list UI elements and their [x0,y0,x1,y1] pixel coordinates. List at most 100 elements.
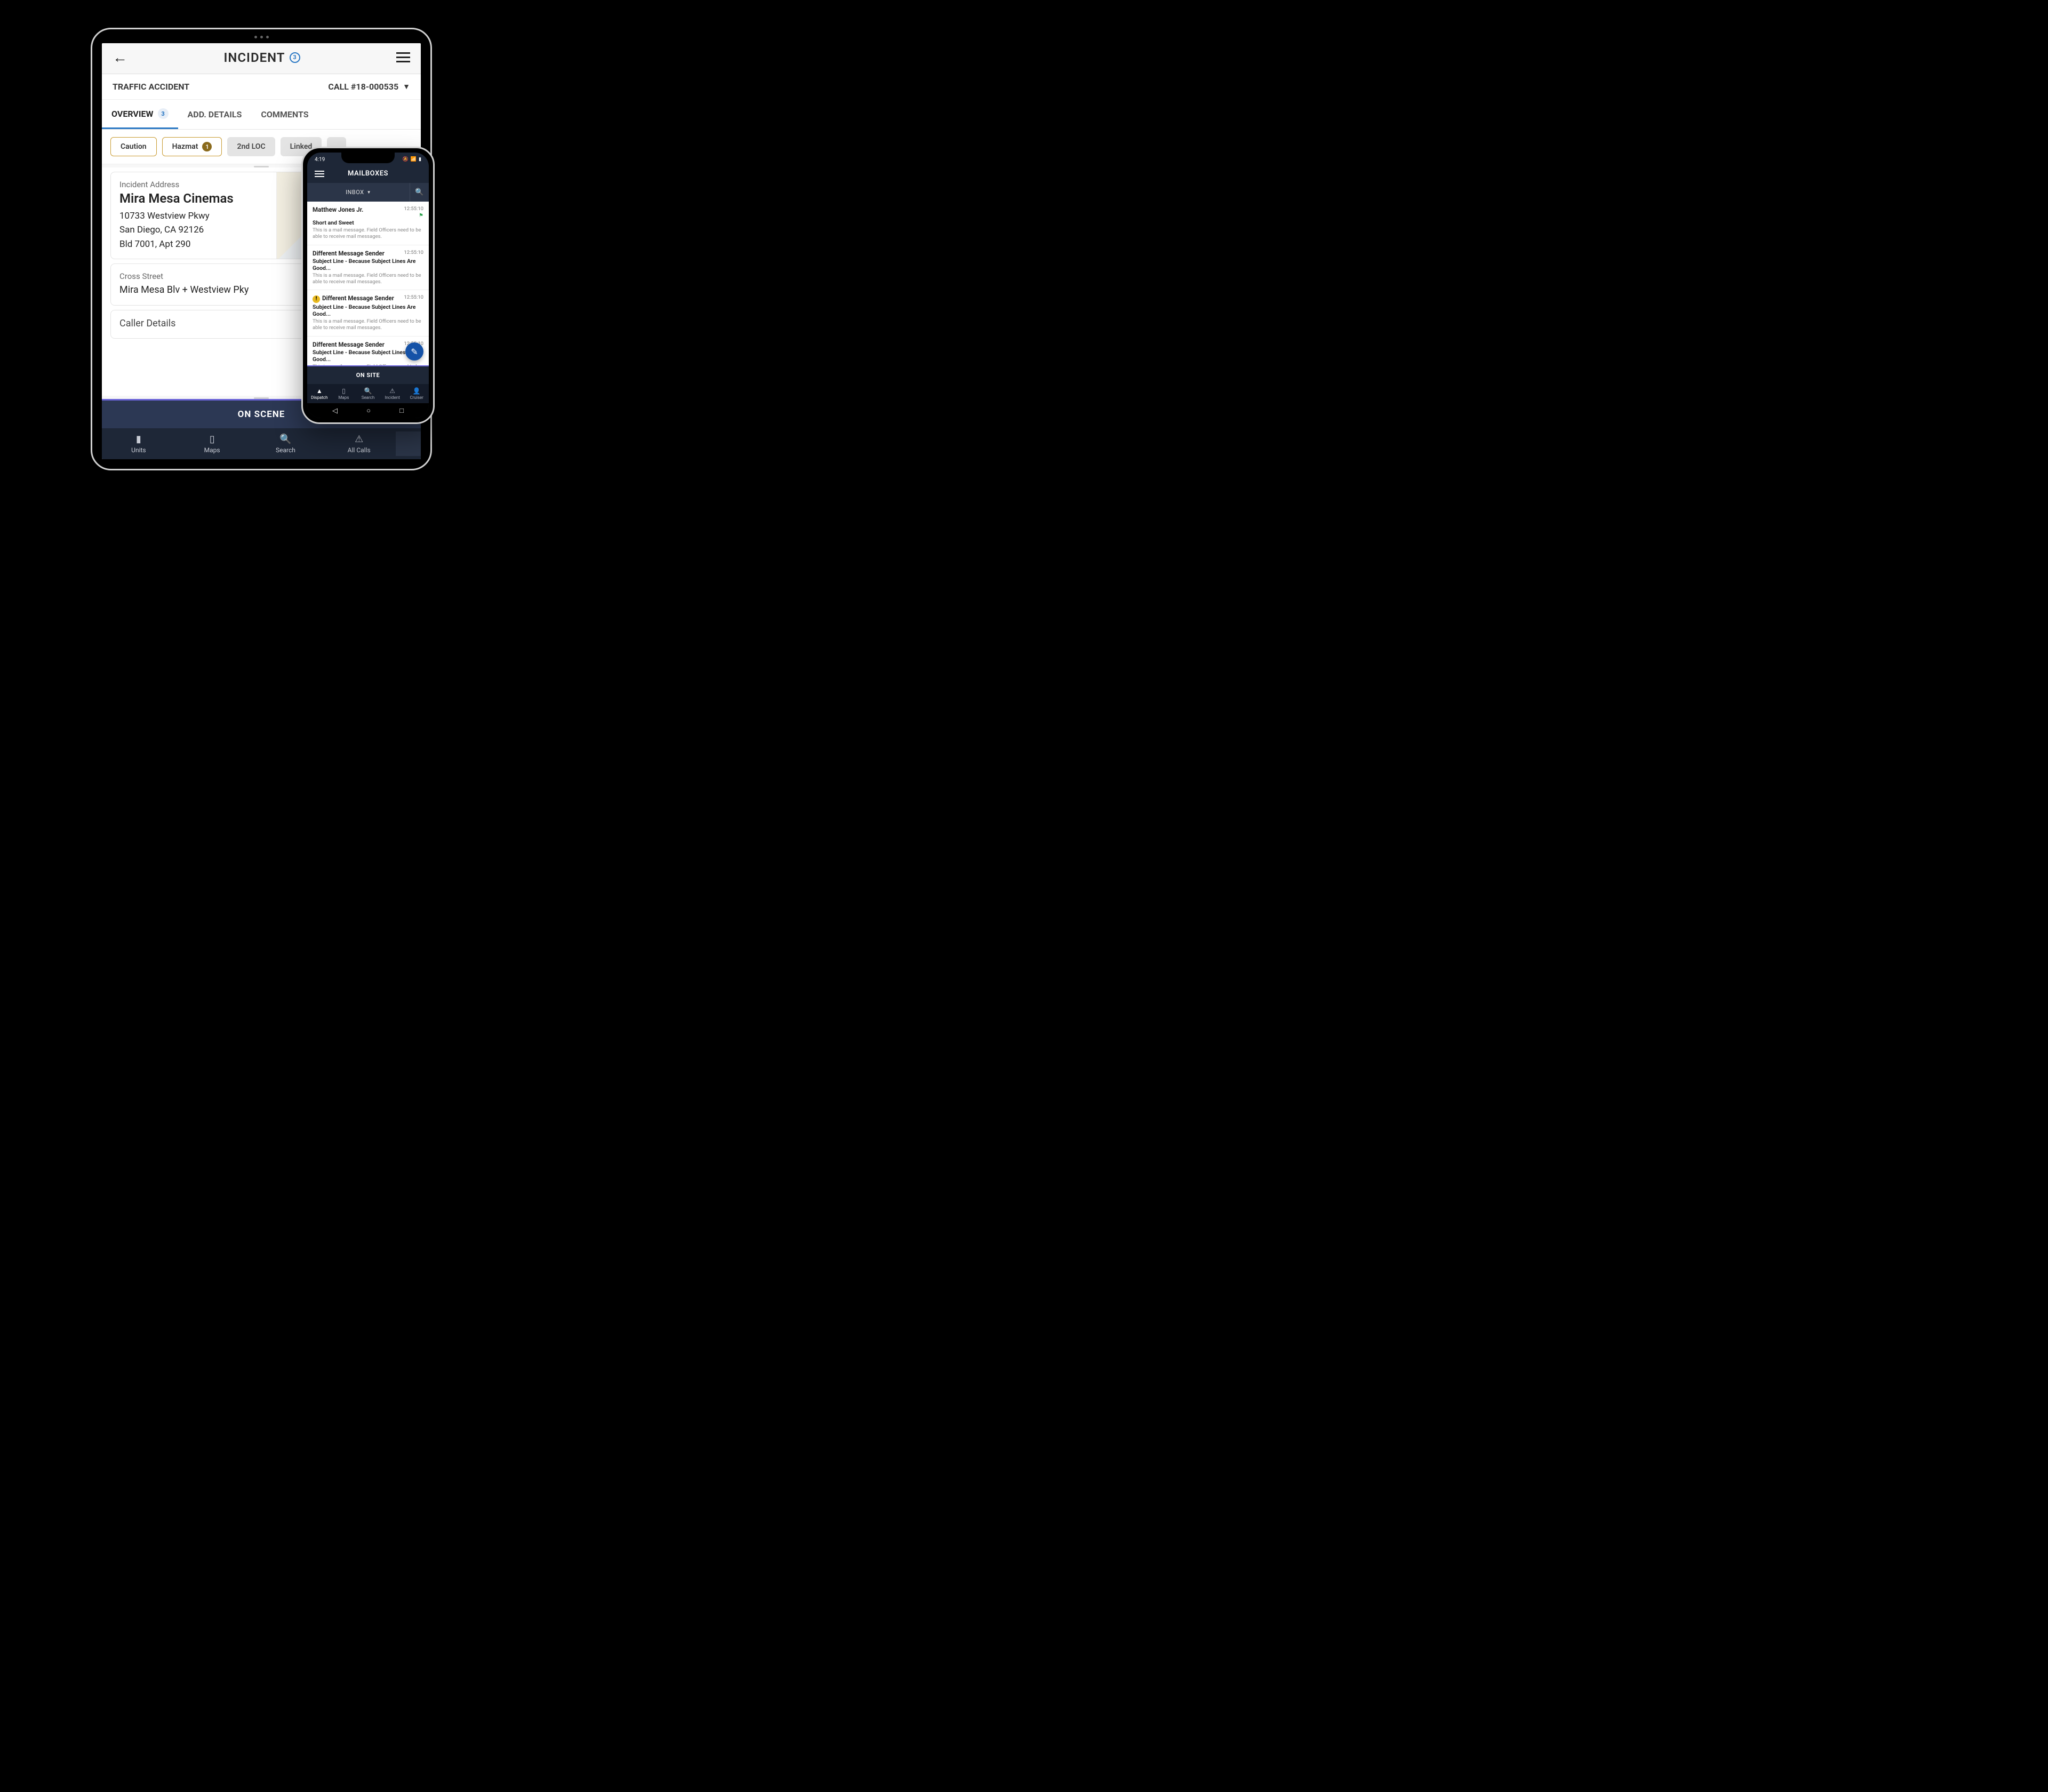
incident-category: TRAFFIC ACCIDENT [113,82,189,92]
status-text: ON SCENE [238,409,285,420]
back-icon[interactable]: ◁ [332,407,338,415]
message-sender: Matthew Jones Jr. [313,206,363,213]
mute-icon: 🔕 [403,157,409,162]
message-item[interactable]: Different Message Sender 12:55:10 Subjec… [307,245,429,291]
inbox-selector[interactable]: INBOX ▼ [307,183,410,201]
call-selector[interactable]: CALL #18-000535 ▼ [328,82,410,92]
status-text: ON SITE [356,372,380,379]
nav-maps[interactable]: ▯ Maps [175,431,249,456]
clock: 4:19 [315,157,325,163]
nav-label: Units [131,446,146,454]
tab-details[interactable]: ADD. DETAILS [178,100,252,129]
header-title-wrap: INCIDENT 3 [223,50,300,65]
alert-icon: ⚠ [389,387,395,395]
nav-search[interactable]: 🔍 Search [249,431,323,456]
message-time: 12:55:10 [404,294,423,300]
phone-screen: 4:19 🔕 📶 ▮ MAILBOXES INBOX ▼ 🔍 [307,153,429,418]
nav-units[interactable]: ▮ Units [102,431,175,456]
tab-comments[interactable]: COMMENTS [251,100,318,129]
flag-icon: ⚑ [404,213,423,219]
hamburger-icon[interactable] [315,171,324,177]
search-icon: 🔍 [364,387,372,395]
nav-label: Maps [338,395,349,400]
inbox-selector-bar: INBOX ▼ 🔍 [307,183,429,202]
header-badge: 3 [290,52,300,63]
call-number: CALL #18-000535 [328,82,398,92]
message-preview: This is a mail message. Field Officers n… [313,273,423,286]
pencil-icon: ✎ [411,347,418,357]
chip-caution[interactable]: Caution [110,137,157,156]
page-title: INCIDENT [223,50,285,65]
search-icon: 🔍 [279,434,291,445]
search-icon: 🔍 [415,188,423,196]
chip-label: Caution [121,142,147,151]
chevron-down-icon: ▼ [403,82,410,91]
nav-incident[interactable]: ⚠ Incident [380,386,405,402]
message-subject: Subject Line - Because Subject Lines Are… [313,258,423,271]
tab-label: OVERVIEW [111,109,154,119]
tab-label: COMMENTS [261,109,308,119]
nav-label: All Calls [348,446,371,454]
chip-label: 2nd LOC [237,142,265,151]
chip-hazmat[interactable]: Hazmat 1 [162,137,222,156]
phone-header: MAILBOXES [307,164,429,183]
tablet-header: ← INCIDENT 3 [102,43,421,74]
tab-label: ADD. DETAILS [188,109,242,119]
phone-notch [341,153,395,163]
message-sender: Different Message Sender [313,341,385,348]
status-icons: 🔕 📶 ▮ [403,157,421,162]
back-button[interactable]: ← [113,49,127,66]
hamburger-icon[interactable] [396,52,410,62]
message-preview: This is a mail message. Field Officers n… [313,318,423,332]
nav-label: Maps [204,446,220,454]
tab-bar: OVERVIEW 3 ADD. DETAILS COMMENTS [102,100,421,130]
android-system-bar: ◁ ○ □ [307,403,429,418]
tablet-bottom-nav: ▮ Units ▯ Maps 🔍 Search ⚠ All Calls [102,428,421,459]
phone-status-banner[interactable]: ON SITE [307,365,429,384]
dispatch-icon: ▲ [316,387,323,395]
search-button[interactable]: 🔍 [410,183,429,202]
recent-icon[interactable]: □ [399,406,404,415]
nav-label: Search [276,446,295,454]
tablet-subheader: TRAFFIC ACCIDENT CALL #18-000535 ▼ [102,74,421,100]
battery-icon: ▮ [419,157,421,162]
chevron-down-icon: ▼ [367,190,371,195]
inbox-label: INBOX [346,189,364,196]
message-time: 12:55:10 [404,250,423,255]
message-subject: Short and Sweet [313,219,423,226]
message-item[interactable]: Matthew Jones Jr. 12:55:10 ⚑ Short and S… [307,202,429,245]
phone-device: 4:19 🔕 📶 ▮ MAILBOXES INBOX ▼ 🔍 [301,147,435,424]
nav-search[interactable]: 🔍 Search [356,386,380,402]
phone-bottom-nav: ▲ Dispatch ▯ Maps 🔍 Search ⚠ Incident 👤 … [307,384,429,403]
message-list[interactable]: Matthew Jones Jr. 12:55:10 ⚑ Short and S… [307,202,429,365]
tablet-camera-dots [243,35,280,38]
nav-cruiser[interactable]: 👤 Cruiser [404,386,429,402]
chip-label: Hazmat [172,142,198,151]
priority-icon: ! [313,295,320,303]
nav-label: Search [362,395,375,400]
nav-label: Incident [385,395,400,400]
home-icon[interactable]: ○ [366,406,371,415]
message-time: 12:55:10 [404,206,423,212]
message-preview: This is a mail message. Field Officers n… [313,364,423,365]
tab-badge: 3 [158,108,169,119]
nav-dispatch[interactable]: ▲ Dispatch [307,386,332,402]
message-preview: This is a mail message. Field Officers n… [313,227,423,241]
message-sender: Different Message Sender [313,250,385,257]
message-sender: !Different Message Sender [313,294,394,303]
nav-label: Dispatch [311,395,327,400]
car-icon: ▮ [136,434,141,445]
message-item[interactable]: !Different Message Sender 12:55:10 Subje… [307,290,429,336]
nav-more[interactable] [396,431,421,456]
tab-overview[interactable]: OVERVIEW 3 [102,100,178,129]
header-title: MAILBOXES [348,170,388,178]
nav-allcalls[interactable]: ⚠ All Calls [322,431,396,456]
map-icon: ▯ [210,434,215,445]
nav-maps[interactable]: ▯ Maps [332,386,356,402]
chip-2nd-loc[interactable]: 2nd LOC [227,137,275,156]
message-subject: Subject Line - Because Subject Lines Are… [313,303,423,317]
chip-count: 1 [202,142,212,151]
compose-fab[interactable]: ✎ [405,342,423,361]
map-icon: ▯ [342,387,346,395]
signal-icon: 📶 [411,157,417,162]
